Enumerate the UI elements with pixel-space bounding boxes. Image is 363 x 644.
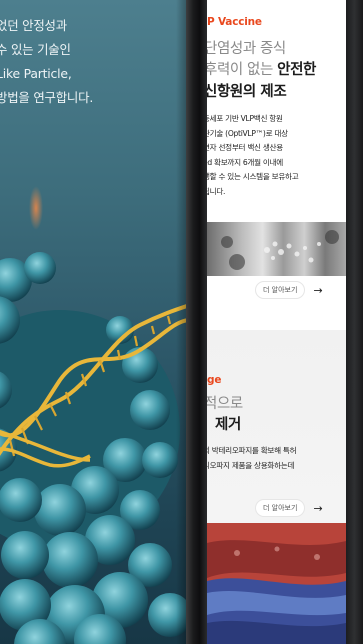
- headline-line-1: 단염성과 증식: [207, 41, 286, 57]
- headline-line-2: 후력이 없는 안전한: [207, 62, 316, 78]
- microscope-image: [207, 222, 346, 276]
- headline-line-3: 신항원의 제조: [207, 84, 287, 100]
- headline-line-2: 제거: [215, 417, 241, 433]
- headline-line-1: 적으로: [207, 396, 243, 412]
- learn-more-button[interactable]: 더 알아보기: [255, 499, 306, 517]
- hero-panel: 었던 안정성과 수 있는 기술인 Like Particle, 방법을 연구합니…: [0, 0, 188, 644]
- learn-more-link[interactable]: 더 알아보기 →: [255, 498, 339, 518]
- arrow-right-icon: →: [313, 283, 323, 297]
- phone-bezel: [186, 0, 207, 644]
- vlp-vaccine-section: P Vaccine 단염성과 증식 후력이 없는 안전한 신항원의 제조 동세포…: [207, 0, 346, 330]
- section-description: 동세포 기반 VLP백신 항원 관기술 (OptiVLP™)로 대상 변자 선정…: [207, 114, 299, 196]
- section-tag: P Vaccine: [207, 16, 262, 28]
- phone-screen: P Vaccine 단염성과 증식 후력이 없는 안전한 신항원의 제조 동세포…: [207, 0, 346, 644]
- arrow-right-icon: →: [313, 501, 323, 515]
- section-tag: ge: [207, 374, 222, 386]
- virus-dna-illustration: [0, 186, 188, 644]
- phone-side-edge: [346, 0, 363, 644]
- bacteria-image: [207, 523, 346, 644]
- section-description: 의 박테리오파지를 확보해 특허 리오파지 제품을 상용화하는데: [207, 446, 297, 470]
- learn-more-link[interactable]: 더 알아보기 →: [255, 280, 339, 300]
- hero-description: 었던 안정성과 수 있는 기술인 Like Particle, 방법을 연구합니…: [0, 18, 94, 105]
- learn-more-button[interactable]: 더 알아보기: [255, 281, 306, 299]
